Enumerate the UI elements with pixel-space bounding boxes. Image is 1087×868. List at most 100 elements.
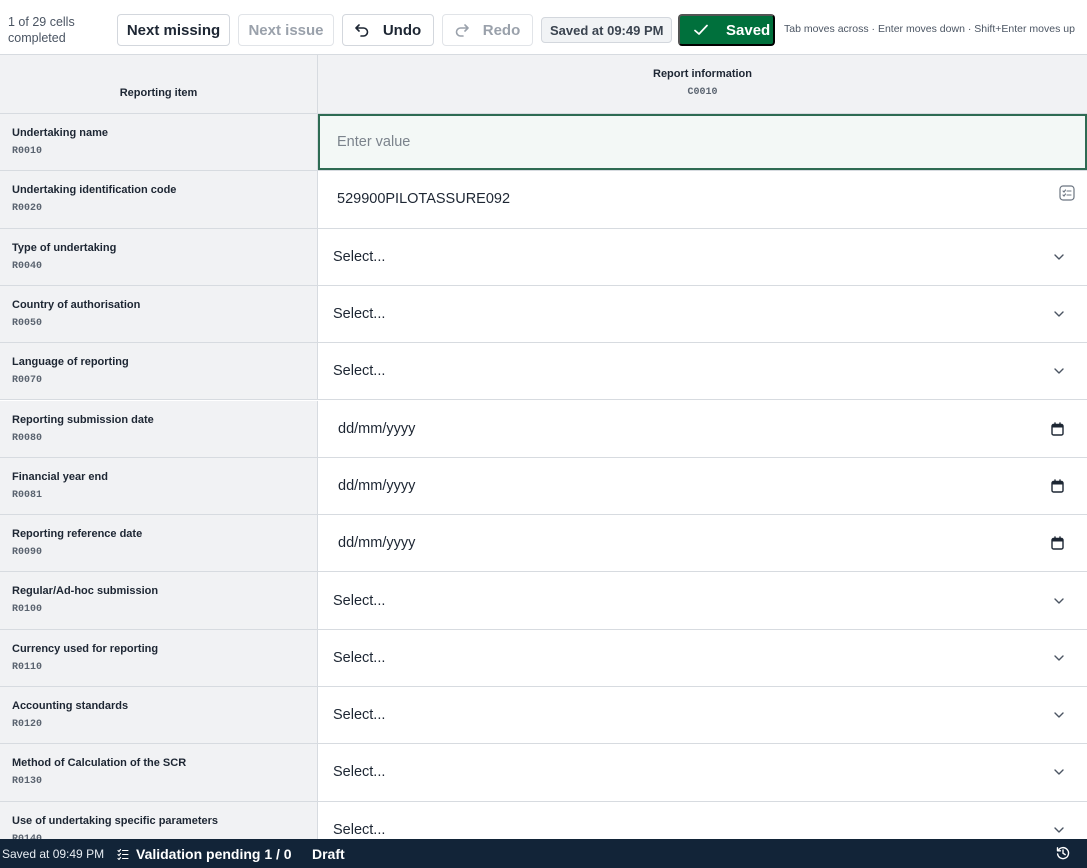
row-code: R0080 (12, 432, 43, 444)
grid-header: Reporting item Report information C0010 (0, 54, 1087, 114)
row-label-cell: Financial year end R0081 (0, 457, 318, 515)
row-label: Type of undertaking (12, 241, 117, 254)
header-column-title: Report information (653, 68, 752, 80)
header-report-information: Report information C0010 (318, 55, 1087, 113)
row-label: Financial year end (12, 470, 108, 483)
date-value: dd/mm/yyyy (338, 535, 416, 552)
select-value: Select... (333, 363, 386, 380)
lookup-list-icon[interactable] (1059, 185, 1075, 201)
row-label: Undertaking name (12, 127, 108, 139)
chevron-down-icon (1054, 827, 1064, 833)
date-value: dd/mm/yyyy (338, 420, 416, 437)
row-code: R0110 (12, 661, 43, 673)
row-label-cell: Reporting submission date R0080 (0, 400, 318, 457)
accounting-standards-select[interactable]: Select... (318, 687, 1087, 743)
validation-status-label: Validation pending 1 / 0 (136, 846, 292, 862)
row-code: R0090 (12, 547, 43, 559)
row-label: Currency used for reporting (12, 642, 159, 655)
undo-button[interactable]: Undo (342, 14, 434, 46)
header-column-code: C0010 (687, 87, 718, 98)
calendar-icon[interactable] (1051, 479, 1064, 493)
reference-date-input[interactable]: dd/mm/yyyy (318, 515, 1087, 571)
currency-select[interactable]: Select... (318, 630, 1087, 686)
status-saved-at: Saved at 09:49 PM (2, 847, 105, 861)
scr-method-select[interactable]: Select... (318, 744, 1087, 800)
chevron-down-icon (1054, 712, 1064, 718)
saved-at-chip: Saved at 09:49 PM (541, 17, 673, 43)
chevron-down-icon (1054, 597, 1064, 604)
header-reporting-item: Reporting item (0, 55, 318, 113)
financial-year-end-input[interactable]: dd/mm/yyyy (318, 458, 1087, 514)
row-code: R0050 (12, 317, 43, 329)
row-label-cell: Accounting standards R0120 (0, 687, 318, 744)
table-row: Regular/Ad-hoc submission R0100 Select..… (0, 572, 1087, 630)
language-of-reporting-select[interactable]: Select... (318, 343, 1087, 399)
row-label: Regular/Ad-hoc submission (12, 585, 159, 598)
select-value: Select... (333, 248, 386, 265)
chevron-down-icon (1054, 311, 1064, 317)
submission-date-input[interactable]: dd/mm/yyyy (318, 401, 1087, 457)
country-of-authorisation-select[interactable]: Select... (318, 286, 1087, 342)
saved-button[interactable]: Saved (678, 14, 775, 46)
table-row: Undertaking identification code R0020 52… (0, 171, 1087, 229)
row-label-cell: Country of authorisation R0050 (0, 285, 318, 343)
table-row: Type of undertaking R0040 Select... (0, 228, 1087, 286)
undertaking-name-input[interactable]: Enter value (318, 114, 1087, 171)
draft-status: Draft (312, 846, 345, 862)
select-value: Select... (333, 821, 386, 838)
keyboard-hint: Tab moves across · Enter moves down · Sh… (784, 23, 1075, 35)
table-row: Currency used for reporting R0110 Select… (0, 629, 1087, 687)
status-bar: Saved at 09:49 PM Validation pending 1 /… (0, 839, 1087, 868)
chevron-down-icon (1054, 254, 1064, 260)
select-value: Select... (333, 306, 386, 323)
table-row: Method of Calculation of the SCR R0130 S… (0, 744, 1087, 802)
select-value: Select... (333, 649, 386, 666)
saved-button-label: Saved (726, 21, 771, 39)
table-row: Country of authorisation R0050 Select... (0, 285, 1087, 344)
undo-icon (355, 24, 369, 37)
row-label: Use of undertaking specific parameters (12, 814, 219, 827)
table-row: Reporting submission date R0080 dd/mm/yy… (0, 400, 1087, 458)
validation-status-button[interactable]: Validation pending 1 / 0 (117, 846, 292, 862)
row-label: Method of Calculation of the SCR (12, 757, 187, 770)
redo-icon (455, 24, 469, 37)
chevron-down-icon (1054, 368, 1064, 375)
row-code: R0081 (12, 489, 43, 501)
table-row: Reporting reference date R0090 dd/mm/yyy… (0, 515, 1087, 573)
select-value: Select... (333, 707, 386, 724)
row-code: R0040 (12, 260, 43, 272)
select-value: Select... (333, 592, 386, 609)
next-missing-button[interactable]: Next missing (117, 14, 230, 46)
table-row: Language of reporting R0070 Select... (0, 343, 1087, 401)
row-code: R0130 (12, 776, 43, 788)
type-of-undertaking-select[interactable]: Select... (318, 229, 1087, 285)
cell-value: 529900PILOTASSURE092 (337, 191, 511, 208)
next-issue-button[interactable]: Next issue (238, 14, 334, 46)
redo-label: Redo (482, 21, 521, 39)
row-label: Country of authorisation (12, 298, 141, 311)
undertaking-id-code-input[interactable]: 529900PILOTASSURE092 (318, 171, 1087, 227)
chevron-down-icon (1054, 769, 1064, 776)
toolbar: 1 of 29 cells completed Next missing Nex… (0, 0, 1087, 54)
row-code: R0070 (12, 375, 43, 387)
table-row: Financial year end R0081 dd/mm/yyyy (0, 457, 1087, 516)
history-icon[interactable] (1056, 846, 1070, 860)
row-label: Undertaking identification code (12, 184, 177, 197)
row-label-cell: Currency used for reporting R0110 (0, 629, 318, 686)
calendar-icon[interactable] (1051, 536, 1064, 550)
date-value: dd/mm/yyyy (338, 477, 416, 494)
row-label-cell: Type of undertaking R0040 (0, 228, 318, 285)
redo-button[interactable]: Redo (442, 14, 533, 46)
row-code: R0020 (12, 203, 43, 215)
table-row: Accounting standards R0120 Select... (0, 687, 1087, 745)
calendar-icon[interactable] (1051, 421, 1064, 436)
row-label-cell: Regular/Ad-hoc submission R0100 (0, 572, 318, 629)
regular-adhoc-select[interactable]: Select... (318, 572, 1087, 628)
check-icon (694, 24, 708, 35)
row-label-cell: Undertaking identification code R0020 (0, 171, 318, 228)
row-label: Reporting submission date (12, 413, 154, 426)
row-code: R0120 (12, 719, 43, 730)
row-label: Reporting reference date (12, 528, 143, 541)
chevron-down-icon (1054, 655, 1064, 661)
progress-text: 1 of 29 cells completed (8, 15, 75, 45)
